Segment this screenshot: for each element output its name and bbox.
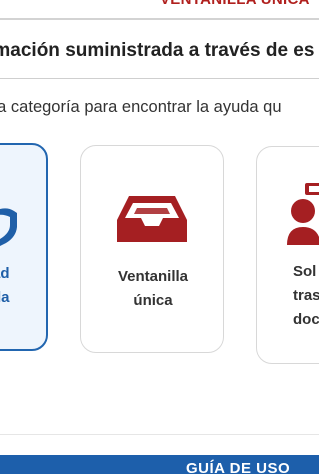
inbox-tray-icon [115,194,189,249]
category-card-seguridad[interactable]: ad da [0,143,48,351]
usage-guide-button[interactable]: GUÍA DE USO [186,460,319,474]
category-card-label: Sol trasl doc [293,263,319,328]
category-card-ventanilla-unica[interactable]: Ventanilla única [80,145,224,353]
user-document-icon [287,183,319,252]
top-banner: VENTANILLA ÚNICA [0,0,319,20]
shield-icon [0,203,20,254]
section-title: rmación suministrada a través de es [0,40,315,61]
title-divider [0,78,319,79]
category-card-solicitud-traslado[interactable]: Sol trasl doc [256,146,319,364]
category-card-label: Ventanilla única [117,268,189,309]
banner-text: VENTANILLA ÚNICA [160,0,319,8]
page: VENTANILLA ÚNICA rmación suministrada a … [0,0,319,474]
section-subtitle: na categoría para encontrar la ayuda qu [0,98,282,116]
footer-divider [0,434,319,435]
footer-bar[interactable]: GUÍA DE USO [0,455,319,474]
category-card-label: ad da [0,265,10,306]
